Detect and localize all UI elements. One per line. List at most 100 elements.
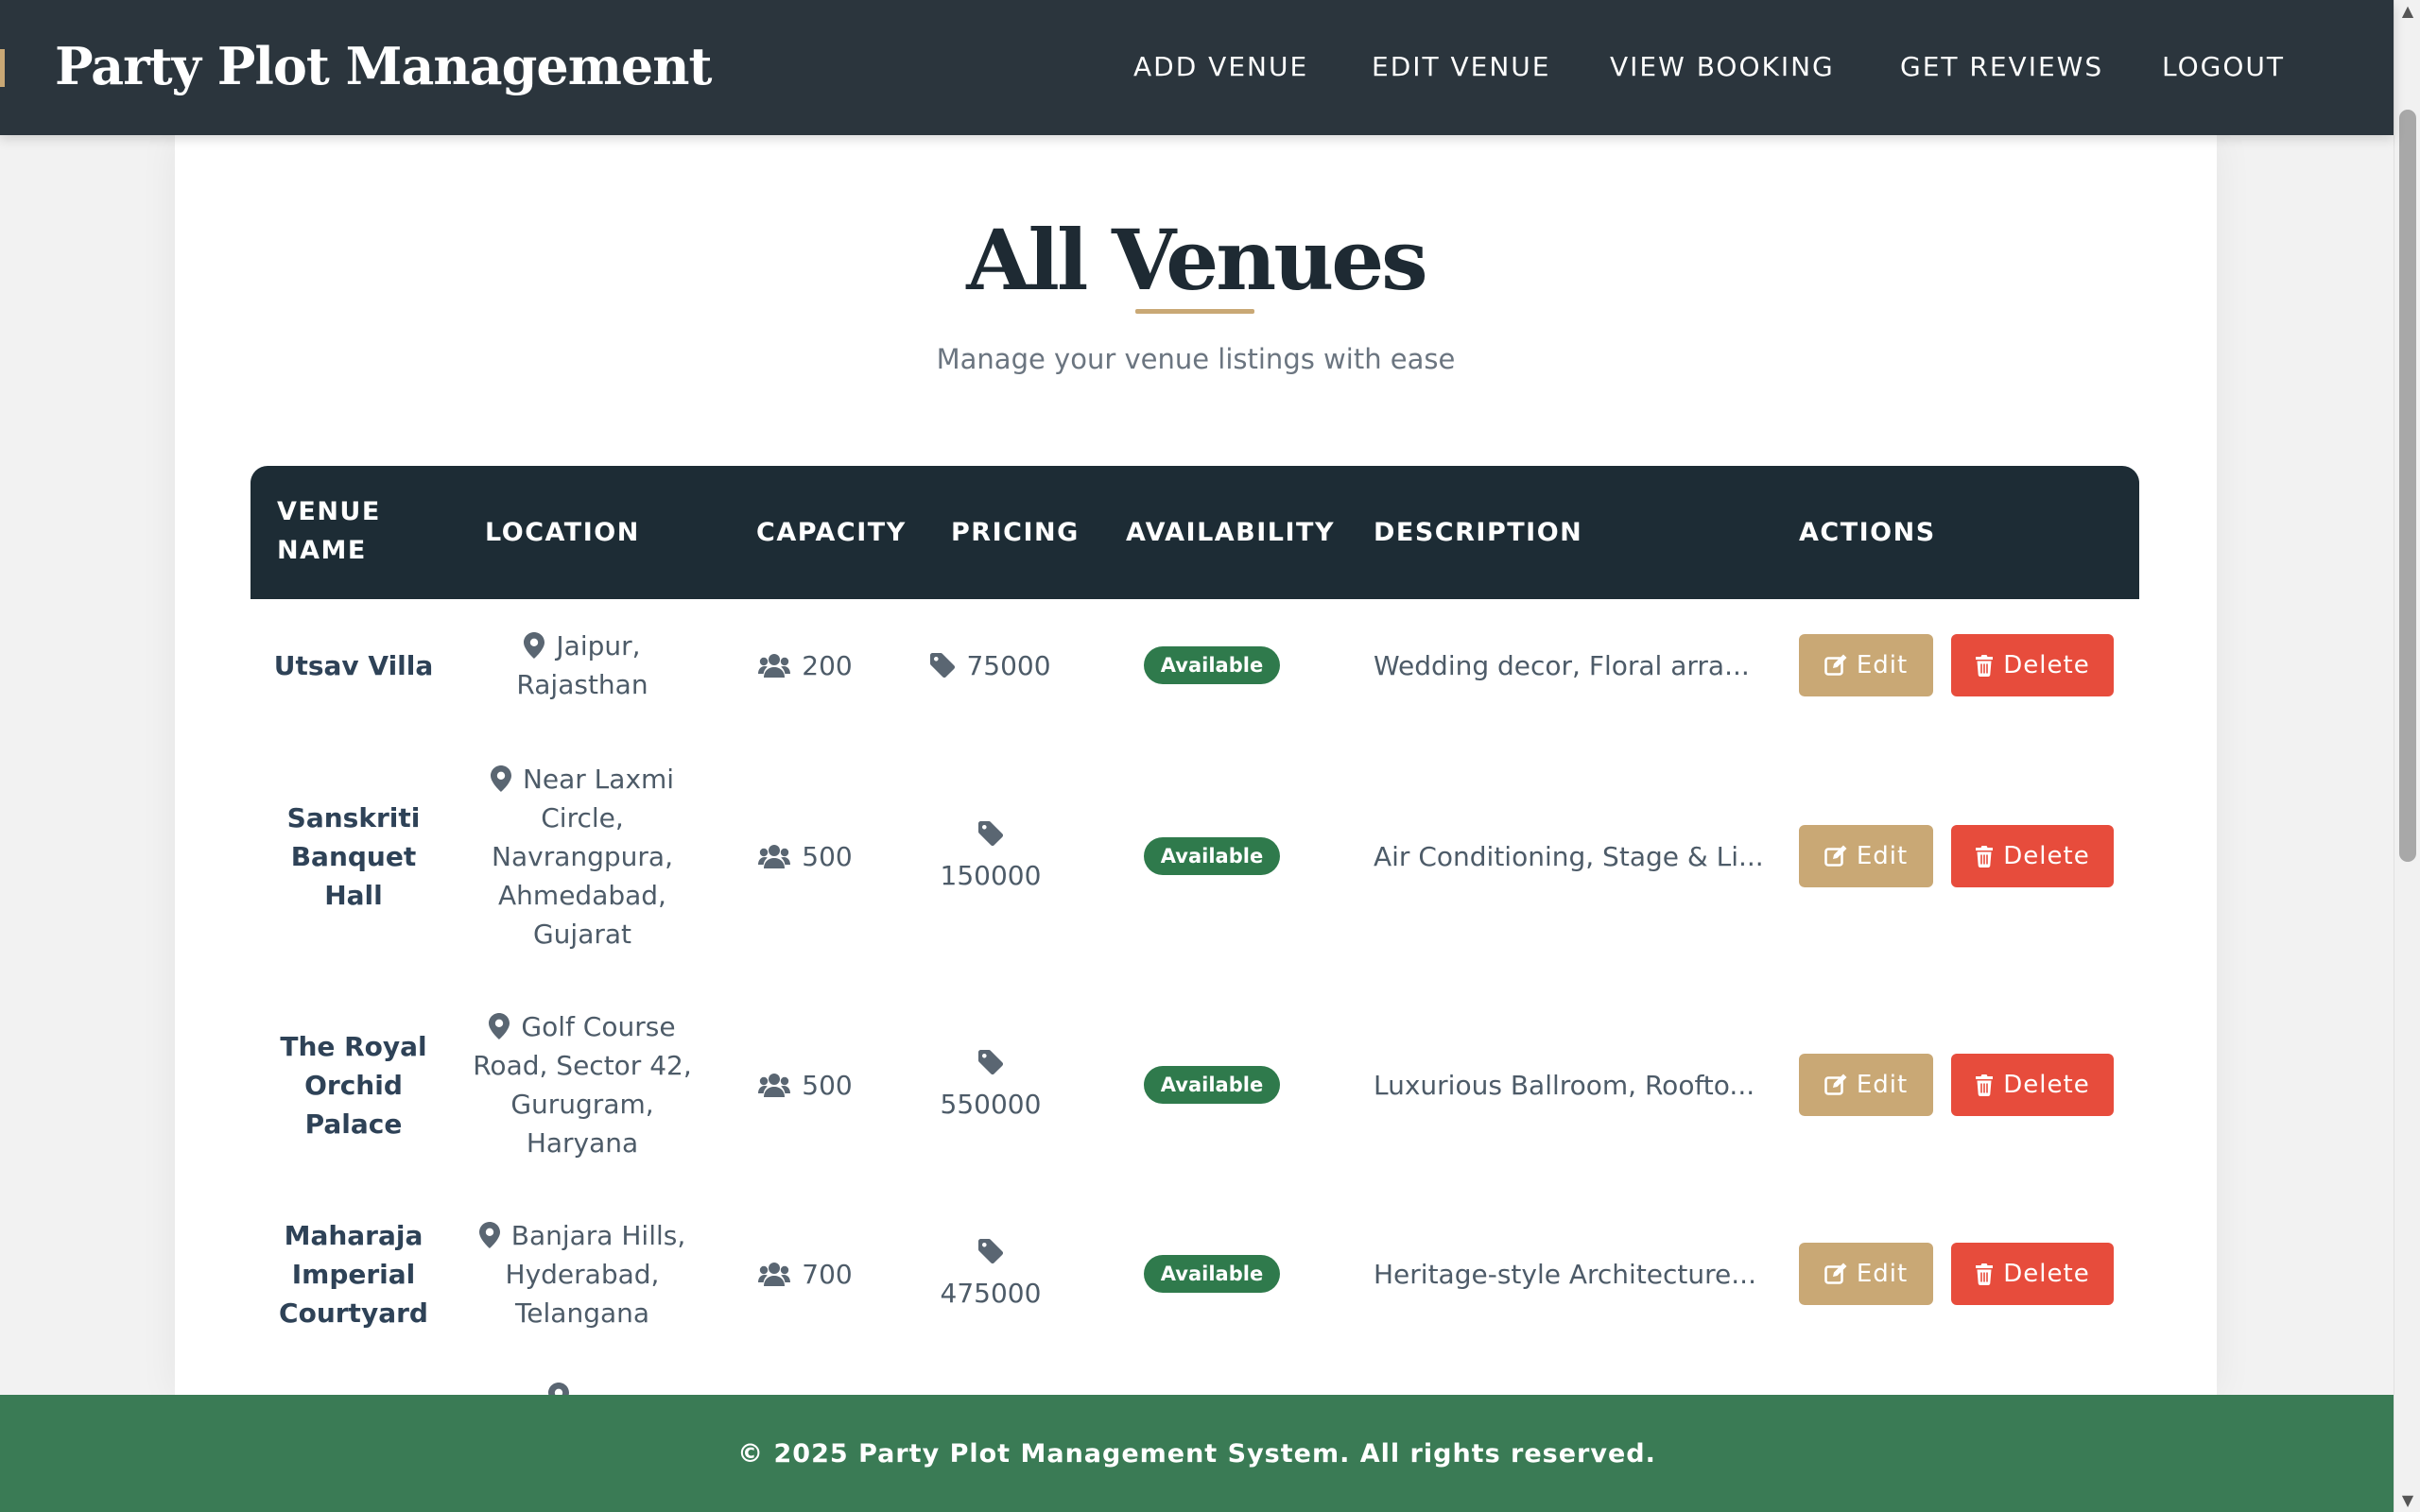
location-line: Ahmedabad, (498, 879, 666, 911)
location-cell: Jaipur, Rajasthan (457, 599, 708, 731)
status-badge: Available (1143, 646, 1281, 684)
th-venue-name: VENUE NAME (277, 492, 381, 570)
venue-name-line: Hall (324, 879, 383, 911)
th-capacity: CAPACITY (756, 518, 907, 547)
venue-name-cell: The Royal Orchid Palace (251, 981, 457, 1189)
nav-get-reviews[interactable]: GET REVIEWS (1900, 51, 2103, 82)
delete-button[interactable]: Delete (1951, 1054, 2114, 1116)
status-badge: Available (1143, 837, 1281, 875)
delete-label: Delete (2003, 1260, 2090, 1288)
capacity-cell: 500 (708, 981, 903, 1189)
edit-button[interactable]: Edit (1799, 825, 1933, 887)
venues-card: All Venues Manage your venue listings wi… (175, 135, 2217, 1409)
venue-name-line: Maharaja (284, 1219, 424, 1251)
edit-icon (1824, 845, 1847, 867)
brand-accent-bar (0, 49, 5, 87)
trash-icon (1976, 655, 1994, 677)
description-text: Wedding decor, Floral arra... (1374, 649, 1750, 681)
map-pin-icon (489, 1013, 510, 1040)
page-scrollbar[interactable]: ▲ ▼ (2394, 0, 2420, 1512)
users-icon (758, 654, 791, 678)
availability-cell: Available (1079, 731, 1345, 981)
table-row: Utsav Villa Jaipur, Rajasthan 200 75000 … (251, 599, 2139, 731)
th-venue-name-line1: VENUE (277, 497, 381, 526)
edit-button[interactable]: Edit (1799, 1243, 1933, 1305)
edit-label: Edit (1856, 1260, 1909, 1288)
location-line: Circle, (541, 801, 624, 833)
location-line: Gurugram, (510, 1089, 654, 1120)
edit-icon (1824, 1074, 1847, 1095)
description-cell: Luxurious Ballroom, Roofto... (1374, 981, 1782, 1189)
top-navbar: Party Plot Management ADD VENUE EDIT VEN… (0, 0, 2394, 135)
location-line: Road, Sector 42, (473, 1050, 692, 1081)
scroll-down-arrow-icon[interactable]: ▼ (2394, 1489, 2420, 1512)
scroll-up-arrow-icon[interactable]: ▲ (2394, 0, 2420, 23)
edit-icon (1824, 1263, 1847, 1284)
nav-logout[interactable]: LOGOUT (2162, 51, 2285, 82)
venue-name-cell: Sanskriti Banquet Hall (251, 731, 457, 981)
nav-add-venue[interactable]: ADD VENUE (1133, 51, 1308, 82)
capacity-cell: 200 (708, 599, 903, 731)
users-icon (758, 1074, 791, 1097)
map-pin-icon (478, 1221, 500, 1248)
location-line: Jaipur, (516, 627, 648, 665)
venues-table: VENUE NAME LOCATION CAPACITY PRICING AVA… (251, 466, 2139, 1409)
edit-label: Edit (1856, 842, 1909, 870)
location-line: Golf Course (473, 1007, 692, 1046)
edit-button[interactable]: Edit (1799, 634, 1933, 696)
edit-icon (1824, 654, 1847, 676)
location-line: Gujarat (532, 918, 632, 950)
actions-cell: Edit Delete (1799, 599, 2139, 731)
th-location: LOCATION (485, 518, 640, 547)
edit-label: Edit (1856, 651, 1909, 679)
availability-cell: Available (1079, 1189, 1345, 1359)
scrollbar-thumb[interactable] (2399, 110, 2416, 862)
th-venue-name-line2: NAME (277, 536, 367, 565)
venue-name-line: The Royal (280, 1030, 427, 1062)
brand-title[interactable]: Party Plot Management (55, 36, 712, 96)
price-cell: 550000 (903, 981, 1079, 1189)
footer: © 2025 Party Plot Management System. All… (0, 1395, 2394, 1512)
price-cell: 75000 (903, 599, 1079, 731)
description-text: Luxurious Ballroom, Roofto... (1374, 1069, 1755, 1101)
delete-button[interactable]: Delete (1951, 1243, 2114, 1305)
trash-icon (1976, 846, 1994, 868)
nav-view-booking[interactable]: VIEW BOOKING (1610, 51, 1835, 82)
page-title: All Venues (966, 211, 1427, 309)
capacity-cell: 700 (708, 1189, 903, 1359)
availability-cell: Available (1079, 599, 1345, 731)
availability-cell: Available (1079, 981, 1345, 1189)
edit-button[interactable]: Edit (1799, 1054, 1933, 1116)
table-row: The Royal Orchid Palace Golf Course Road… (251, 981, 2139, 1189)
table-header: VENUE NAME LOCATION CAPACITY PRICING AVA… (251, 466, 2139, 599)
venue-name: Utsav Villa (273, 649, 434, 681)
users-icon (758, 845, 791, 868)
venue-name-cell: Maharaja Imperial Courtyard (251, 1189, 457, 1359)
location-text: Near Laxmi (522, 763, 675, 795)
actions-cell: Edit Delete (1799, 981, 2139, 1189)
title-underline (1135, 309, 1254, 314)
capacity-value: 500 (802, 1069, 853, 1101)
delete-button[interactable]: Delete (1951, 634, 2114, 696)
page-subtitle: Manage your venue listings with ease (936, 343, 1456, 375)
nav-edit-venue[interactable]: EDIT VENUE (1372, 51, 1551, 82)
tag-icon (977, 1050, 1004, 1075)
delete-label: Delete (2003, 651, 2090, 679)
actions-cell: Edit Delete (1799, 1189, 2139, 1359)
location-text: Golf Course (521, 1011, 676, 1042)
price-value: 75000 (966, 649, 1051, 681)
price-value: 550000 (940, 1089, 1042, 1120)
location-line: Navrangpura, (492, 840, 673, 872)
tag-icon (930, 653, 956, 678)
location-line: Haryana (526, 1127, 639, 1159)
location-line: Banjara Hills, (478, 1216, 686, 1255)
location-line: Telangana (514, 1297, 650, 1329)
th-description: DESCRIPTION (1374, 518, 1583, 547)
delete-label: Delete (2003, 1071, 2090, 1099)
price-cell: 150000 (903, 731, 1079, 981)
delete-button[interactable]: Delete (1951, 825, 2114, 887)
price-value: 475000 (940, 1278, 1042, 1309)
price-value: 150000 (940, 860, 1042, 891)
th-pricing: PRICING (951, 518, 1080, 547)
location-text: Banjara Hills, (510, 1219, 686, 1251)
